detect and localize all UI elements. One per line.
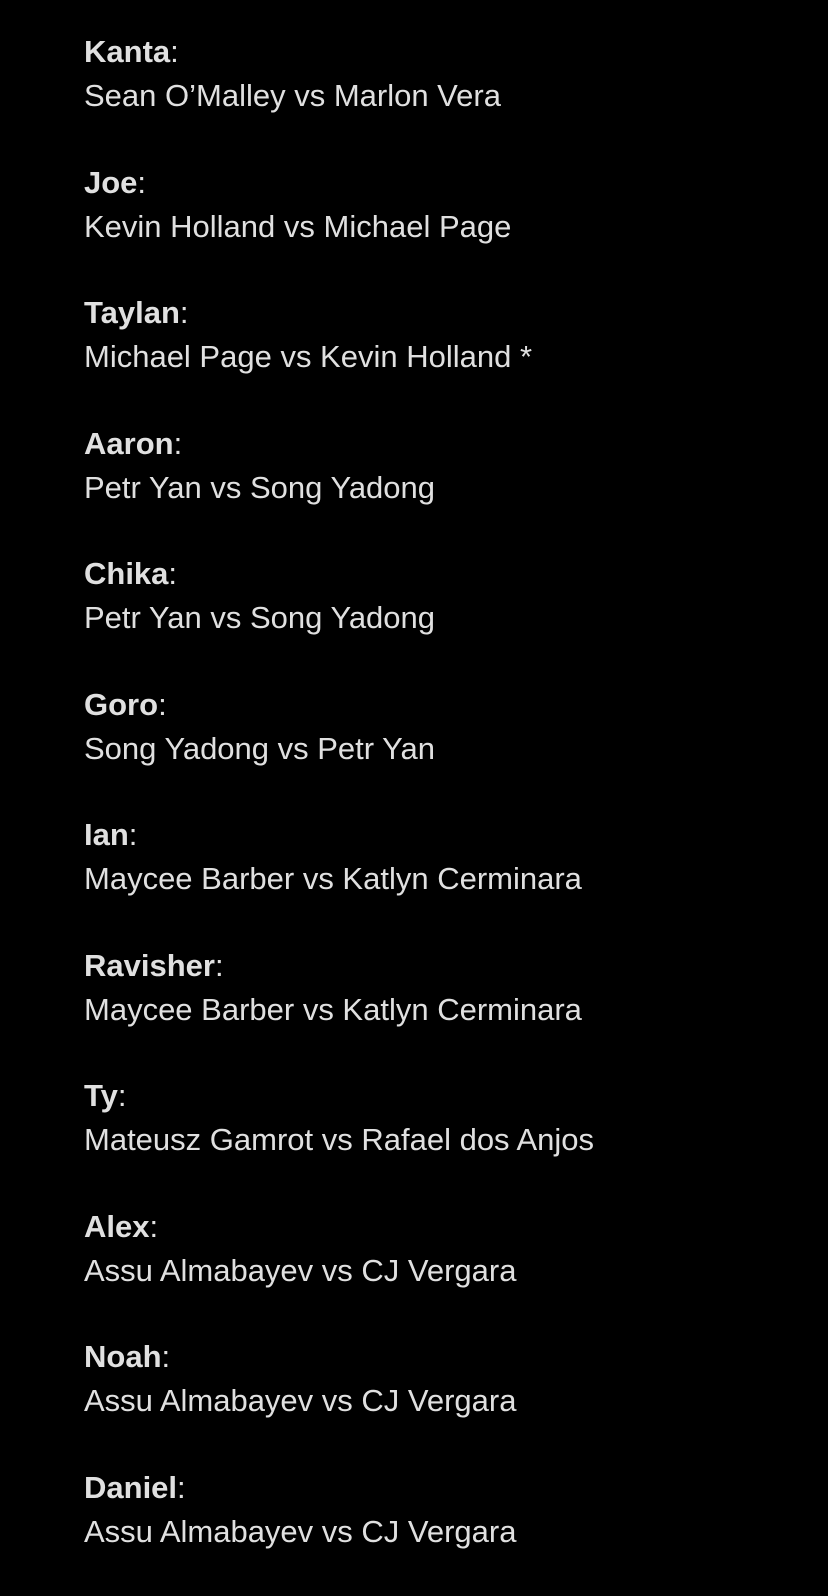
pick-entry-goro: Goro: Song Yadong vs Petr Yan — [84, 683, 804, 814]
pick-matchup: Michael Page vs Kevin Holland * — [84, 339, 533, 374]
pick-matchup: Maycee Barber vs Katlyn Cerminara — [84, 861, 582, 896]
pick-entry-noah: Noah: Assu Almabayev vs CJ Vergara — [84, 1335, 804, 1466]
pick-name-line: Goro: — [84, 683, 804, 727]
pick-name: Chika — [84, 556, 169, 591]
pick-matchup: Mateusz Gamrot vs Rafael dos Anjos — [84, 1122, 595, 1157]
pick-name-line: Daniel: — [84, 1466, 804, 1510]
pick-entry-daniel: Daniel: Assu Almabayev vs CJ Vergara — [84, 1466, 804, 1596]
pick-colon: : — [158, 686, 167, 722]
pick-colon: : — [173, 425, 183, 461]
pick-name-line: Noah: — [84, 1335, 804, 1379]
pick-matchup: Petr Yan vs Song Yadong — [84, 600, 436, 635]
pick-entry-alex: Alex: Assu Almabayev vs CJ Vergara — [84, 1205, 804, 1336]
pick-name-line: Chika: — [84, 552, 804, 596]
pick-name: Kanta — [84, 34, 171, 69]
pick-matchup: Kevin Holland vs Michael Page — [84, 208, 512, 244]
pick-name: Ian — [84, 817, 129, 852]
pick-colon: : — [214, 947, 224, 983]
pick-name: Goro — [84, 686, 159, 722]
pick-name-line: Ravisher: — [84, 944, 804, 988]
pick-colon: : — [149, 1208, 159, 1244]
pick-matchup: Maycee Barber vs Katlyn Cerminara — [84, 991, 582, 1027]
pick-colon: : — [179, 295, 189, 330]
pick-colon: : — [170, 34, 179, 69]
pick-matchup: Sean O’Malley vs Marlon Vera — [84, 78, 501, 113]
pick-matchup: Assu Almabayev vs CJ Vergara — [84, 1383, 517, 1418]
pick-entry-chika: Chika: Petr Yan vs Song Yadong — [84, 552, 804, 683]
pick-matchup: Petr Yan vs Song Yadong — [84, 469, 436, 505]
pick-name-line: Alex: — [84, 1205, 804, 1249]
picks-list: Kanta: Sean O’Malley vs Marlon Vera Joe:… — [84, 30, 804, 1596]
pick-name-line: Taylan: — [84, 291, 804, 335]
pick-name-line: Ty: — [84, 1074, 804, 1118]
pick-matchup: Assu Almabayev vs CJ Vergara — [84, 1513, 517, 1549]
pick-colon: : — [117, 1078, 127, 1113]
pick-entry-aaron: Aaron: Petr Yan vs Song Yadong — [84, 422, 804, 553]
pick-entry-kanta: Kanta: Sean O’Malley vs Marlon Vera — [84, 30, 804, 161]
pick-name-line: Kanta: — [84, 30, 804, 74]
pick-entry-taylan: Taylan: Michael Page vs Kevin Holland * — [84, 291, 804, 422]
pick-name: Joe — [84, 164, 138, 200]
pick-name: Aaron — [84, 425, 174, 461]
pick-name: Ty — [84, 1078, 118, 1113]
pick-name-line: Joe: — [84, 161, 804, 205]
pick-colon: : — [128, 817, 138, 852]
pick-matchup: Assu Almabayev vs CJ Vergara — [84, 1252, 517, 1288]
pick-name-line: Aaron: — [84, 422, 804, 466]
pick-colon: : — [177, 1469, 186, 1505]
pick-entry-ravisher: Ravisher: Maycee Barber vs Katlyn Cermin… — [84, 944, 804, 1075]
pick-matchup: Song Yadong vs Petr Yan — [84, 730, 436, 766]
pick-entry-ty: Ty: Mateusz Gamrot vs Rafael dos Anjos — [84, 1074, 804, 1205]
pick-name: Taylan — [84, 295, 180, 330]
pick-colon: : — [161, 1339, 171, 1374]
pick-name: Alex — [84, 1208, 150, 1244]
pick-entry-joe: Joe: Kevin Holland vs Michael Page — [84, 161, 804, 292]
pick-name: Daniel — [84, 1469, 178, 1505]
pick-name-line: Ian: — [84, 813, 804, 857]
pick-name: Ravisher — [84, 947, 215, 983]
pick-name: Noah — [84, 1339, 162, 1374]
pick-colon: : — [137, 164, 147, 200]
pick-colon: : — [168, 556, 178, 591]
pick-entry-ian: Ian: Maycee Barber vs Katlyn Cerminara — [84, 813, 804, 944]
